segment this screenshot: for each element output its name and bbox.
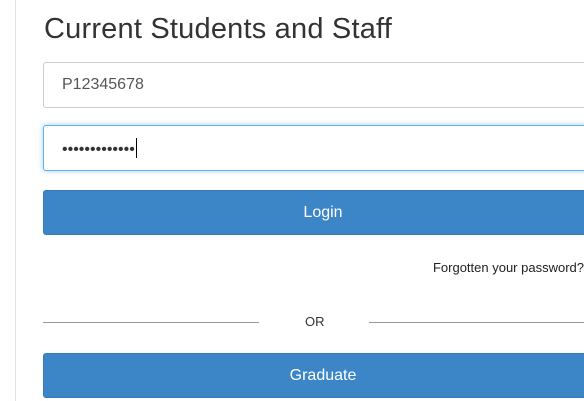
password-mask: •••••••••••••: [62, 138, 137, 160]
login-button-label: Login: [303, 204, 343, 221]
or-label: OR: [305, 314, 325, 329]
login-panel: Current Students and Staff P12345678 •••…: [0, 0, 584, 401]
username-value: P12345678: [62, 76, 144, 93]
graduate-button-label: Graduate: [289, 367, 357, 384]
login-button[interactable]: Login: [43, 190, 584, 235]
or-divider-left: [43, 322, 259, 323]
graduate-button[interactable]: Graduate: [43, 353, 584, 398]
password-mask-text: •••••••••••••: [62, 141, 135, 158]
text-caret: [135, 138, 137, 158]
page-title: Current Students and Staff: [44, 13, 393, 45]
left-divider-rule: [15, 0, 16, 401]
forgot-password-link[interactable]: Forgotten your password?: [433, 260, 584, 275]
or-divider-right: [369, 322, 584, 323]
username-field[interactable]: P12345678: [43, 62, 584, 108]
